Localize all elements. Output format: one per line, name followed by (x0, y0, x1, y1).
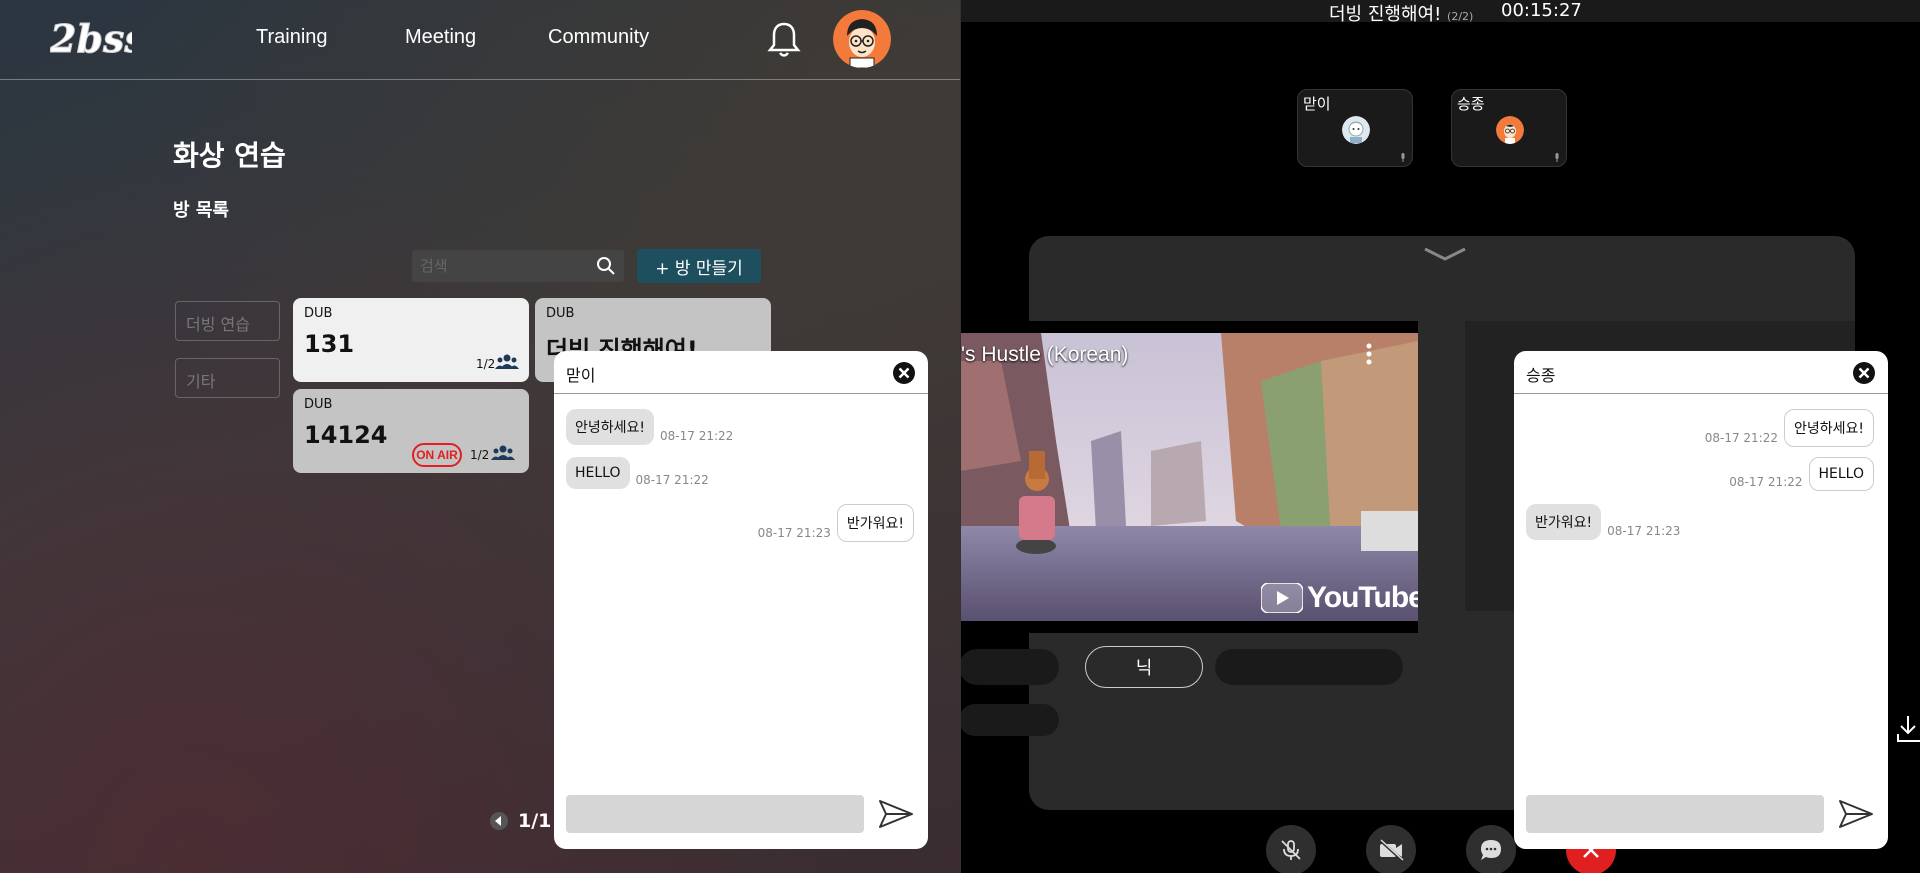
people-icon (491, 445, 515, 460)
nav-community[interactable]: Community (548, 26, 649, 49)
mic-toggle-button[interactable] (1266, 825, 1316, 873)
participant-avatar (1342, 116, 1370, 144)
chat-input[interactable] (566, 795, 864, 833)
send-icon[interactable] (878, 798, 914, 830)
chat-icon (1481, 840, 1501, 860)
chat-message: 08-17 21:22 안녕하세요! (1705, 409, 1874, 447)
search-icon[interactable] (596, 256, 616, 276)
youtube-logo[interactable]: YouTube (1261, 581, 1418, 615)
chat-message: HELLO 08-17 21:22 (566, 457, 709, 489)
room-type: DUB (304, 397, 333, 412)
chevron-down-icon[interactable] (1423, 246, 1467, 262)
room-name: 14124 (304, 421, 388, 449)
role-chip-selected[interactable]: 닉 (1085, 646, 1203, 688)
message-bubble: 안녕하세요! (1783, 409, 1874, 447)
chat-window-left: 맏이 안녕하세요! 08-17 21:22 HELLO 08-17 21:22 … (554, 351, 928, 849)
pagination: 1/1 (490, 810, 551, 832)
chat-window-right: 승종 08-17 21:22 안녕하세요! 08-17 21:22 HELLO … (1514, 351, 1888, 849)
top-nav: 2bss Training Meeting Community (0, 0, 960, 80)
message-time: 08-17 21:22 (660, 429, 734, 443)
role-chip[interactable] (961, 704, 1059, 736)
bell-icon[interactable] (766, 20, 802, 60)
on-air-badge: ON AIR (412, 443, 462, 467)
svg-text:2bss: 2bss (50, 16, 132, 61)
user-avatar[interactable] (833, 10, 891, 68)
chat-message: 08-17 21:23 반가워요! (758, 504, 914, 542)
filter-other[interactable]: 기타 (175, 358, 280, 398)
chat-title: 승종 (1526, 366, 1556, 385)
chat-title: 맏이 (566, 366, 596, 385)
page-indicator: 1/1 (518, 810, 552, 832)
participant-tile[interactable]: 승종 (1451, 89, 1567, 167)
room-name: 131 (304, 330, 355, 358)
message-bubble: 반가워요! (1526, 504, 1602, 540)
room-card[interactable]: DUB 14124 ON AIR 1/2 (293, 389, 529, 473)
room-count: 1/2 (470, 448, 490, 462)
mic-off-icon (1281, 840, 1301, 860)
search-input[interactable] (420, 254, 590, 278)
session-count: (2/2) (1447, 10, 1474, 23)
search-box (412, 250, 624, 282)
nav-meeting[interactable]: Meeting (405, 26, 476, 49)
room-card[interactable]: DUB 131 1/2 (293, 298, 529, 382)
section-title: 방 목록 (173, 200, 229, 221)
session-bar: 더빙 진행해여! (2/2) 00:15:27 (961, 0, 1920, 25)
message-time: 08-17 21:22 (1729, 475, 1803, 489)
chat-header: 맏이 (554, 351, 928, 394)
send-icon[interactable] (1838, 798, 1874, 830)
message-time: 08-17 21:23 (757, 526, 831, 540)
session-title: 더빙 진행해여! (2/2) (1329, 4, 1474, 25)
role-chip[interactable] (961, 649, 1059, 685)
mic-icon (1401, 153, 1405, 162)
mic-icon (1555, 153, 1559, 162)
close-icon[interactable] (1852, 361, 1876, 385)
room-count: 1/2 (476, 357, 496, 371)
youtube-wordmark: YouTube (1307, 581, 1418, 614)
role-chip[interactable] (1215, 649, 1403, 685)
create-room-button[interactable]: + 방 만들기 (637, 249, 761, 283)
participant-avatar (1496, 116, 1524, 144)
message-time: 08-17 21:22 (635, 473, 709, 487)
prev-page-button[interactable] (490, 812, 508, 830)
participant-name: 승종 (1457, 95, 1485, 113)
chevron-left-icon (495, 816, 501, 826)
close-icon[interactable] (892, 361, 916, 385)
page-title: 화상 연습 (173, 139, 286, 172)
chat-message: 반가워요! 08-17 21:23 (1526, 504, 1680, 540)
message-bubble: HELLO (1808, 457, 1874, 491)
participant-tile[interactable]: 맏이 (1297, 89, 1413, 167)
more-vertical-icon[interactable] (1365, 343, 1373, 365)
video-player[interactable]: 's Hustle (Korean) YouTube (961, 321, 1418, 633)
chat-message: 안녕하세요! 08-17 21:22 (566, 409, 733, 445)
youtube-play-icon (1261, 583, 1303, 613)
chat-header: 승종 (1514, 351, 1888, 394)
chat-toggle-button[interactable] (1466, 825, 1516, 873)
camera-off-icon (1378, 839, 1404, 861)
chat-input[interactable] (1526, 795, 1824, 833)
message-bubble: 반가워요! (836, 504, 914, 542)
message-time: 08-17 21:22 (1704, 431, 1778, 445)
camera-toggle-button[interactable] (1366, 825, 1416, 873)
filter-dubbing[interactable]: 더빙 연습 (175, 301, 280, 341)
room-type: DUB (546, 306, 575, 321)
room-type: DUB (304, 306, 333, 321)
participant-name: 맏이 (1303, 95, 1331, 113)
chat-message: 08-17 21:22 HELLO (1729, 457, 1874, 491)
video-title: 's Hustle (Korean) (961, 343, 1129, 366)
download-icon[interactable] (1896, 714, 1920, 744)
people-icon (495, 354, 519, 369)
message-time: 08-17 21:23 (1607, 524, 1681, 538)
session-timer: 00:15:27 (1501, 0, 1582, 21)
nav-training[interactable]: Training (256, 26, 328, 49)
app-logo[interactable]: 2bss (50, 16, 132, 62)
message-bubble: 안녕하세요! (566, 409, 655, 445)
message-bubble: HELLO (566, 457, 630, 489)
